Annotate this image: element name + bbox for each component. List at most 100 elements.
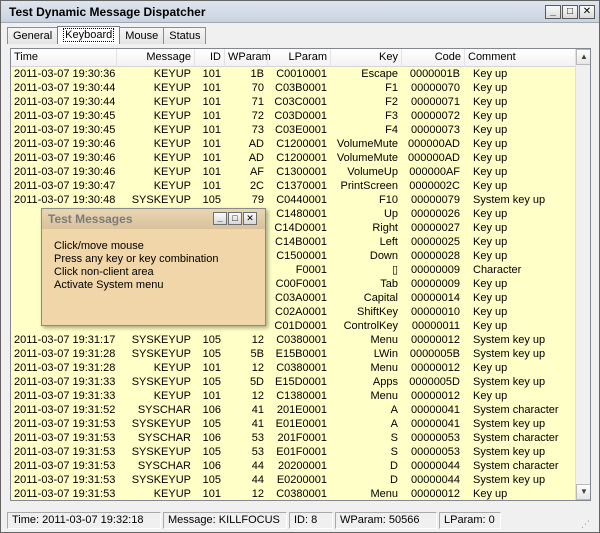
cell-comment: Character: [473, 264, 522, 276]
dialog-title-bar[interactable]: Test Messages _ □ ✕: [42, 209, 265, 229]
status-wparam: WParam: 50566: [335, 512, 437, 529]
table-row[interactable]: 2011-03-07 19:30:45 KEYUP 101 73 C03E0001 F4 0…: [11, 123, 575, 137]
cell-lparam: C1370001: [276, 180, 327, 192]
table-row[interactable]: 2011-03-07 19:31:53 SYSCHAR 106 53 201F0001 S…: [11, 431, 575, 445]
cell-lparam: C1300001: [276, 166, 327, 178]
window-title: Test Dynamic Message Dispatcher: [9, 5, 206, 19]
table-row[interactable]: 2011-03-07 19:30:36 KEYUP 101 1B C0010001 Esc…: [11, 67, 575, 81]
size-grip-icon[interactable]: ⋰: [581, 518, 593, 530]
table-row[interactable]: 2011-03-07 19:31:53 SYSKEYUP 105 53 E01F0001…: [11, 445, 575, 459]
cell-code: 000000AD: [408, 152, 460, 164]
table-row[interactable]: 2011-03-07 19:30:46 KEYUP 101 AD C1200001 Vol…: [11, 151, 575, 165]
cell-wparam: 5B: [250, 348, 264, 360]
instruction-line: Press any key or key combination: [54, 253, 219, 265]
cell-lparam: C0380001: [276, 334, 327, 346]
scroll-up-button[interactable]: ▲: [576, 49, 590, 65]
instruction-line: Activate System menu: [54, 279, 164, 291]
cell-lparam: F0001: [295, 264, 327, 276]
cell-time: 2011-03-07 19:31:52: [14, 404, 116, 416]
table-row[interactable]: 2011-03-07 19:30:44 KEYUP 101 71 C03C0001 F2 0…: [11, 95, 575, 109]
cell-key: VolumeMute: [336, 152, 398, 164]
cell-id: 105: [202, 446, 221, 458]
cell-comment: System key up: [473, 446, 546, 458]
column-header-code[interactable]: Code: [402, 49, 465, 67]
column-header-time[interactable]: Time: [11, 49, 117, 67]
column-header-id[interactable]: ID: [195, 49, 225, 67]
column-header-key[interactable]: Key: [331, 49, 402, 67]
cell-comment: Key up: [473, 110, 508, 122]
cell-key: Apps: [372, 376, 398, 388]
table-row[interactable]: 2011-03-07 19:31:28 SYSKEYUP 105 5B E15B0001…: [11, 347, 575, 361]
dialog-maximize-button[interactable]: □: [228, 212, 242, 225]
close-button[interactable]: ✕: [579, 5, 595, 19]
cell-comment: Key up: [473, 208, 508, 220]
cell-lparam: C03D0001: [274, 110, 327, 122]
status-time: Time: 2011-03-07 19:32:18: [7, 512, 161, 529]
table-row[interactable]: 2011-03-07 19:30:46 KEYUP 101 AF C1300001 Vol…: [11, 165, 575, 179]
title-bar[interactable]: Test Dynamic Message Dispatcher _ □ ✕: [1, 1, 599, 23]
cell-message: SYSKEYUP: [131, 418, 191, 430]
cell-comment: Key up: [473, 82, 508, 94]
column-header-comment[interactable]: Comment: [465, 49, 575, 67]
cell-message: KEYUP: [153, 390, 191, 402]
cell-code: 00000012: [411, 334, 460, 346]
tab-status[interactable]: Status: [163, 27, 207, 44]
dialog-close-button[interactable]: ✕: [243, 212, 257, 225]
cell-comment: Key up: [473, 166, 508, 178]
table-row[interactable]: 2011-03-07 19:30:46 KEYUP 101 AD C1200001 Vol…: [11, 137, 575, 151]
cell-message: KEYUP: [153, 362, 191, 374]
cell-message: KEYUP: [153, 180, 191, 192]
tab-keyboard[interactable]: Keyboard: [57, 26, 121, 44]
column-header-lparam[interactable]: LParam: [268, 49, 331, 67]
cell-code: 00000011: [411, 320, 460, 332]
cell-time: 2011-03-07 19:30:48: [14, 194, 116, 206]
maximize-icon: □: [566, 6, 574, 17]
tab-mouse[interactable]: Mouse: [119, 27, 165, 44]
cell-lparam: C0380001: [276, 488, 327, 500]
cell-code: 00000026: [411, 208, 460, 220]
cell-time: 2011-03-07 19:31:53: [14, 418, 116, 430]
scroll-down-button[interactable]: ▼: [576, 484, 590, 500]
cell-comment: Key up: [473, 180, 508, 192]
cell-time: 2011-03-07 19:31:33: [14, 390, 116, 402]
cell-wparam: 5D: [249, 376, 264, 388]
table-row[interactable]: 2011-03-07 19:31:33 KEYUP 101 12 C1380001 Men…: [11, 389, 575, 403]
cell-lparam: E15B0001: [275, 348, 327, 360]
table-row[interactable]: 2011-03-07 19:31:53 SYSKEYUP 105 44 E0200001…: [11, 473, 575, 487]
cell-wparam: 73: [251, 124, 264, 136]
tab-general[interactable]: General: [7, 27, 59, 44]
table-row[interactable]: 2011-03-07 19:31:53 SYSKEYUP 105 41 E01E0001…: [11, 417, 575, 431]
vertical-scrollbar[interactable]: ▲ ▼: [575, 49, 590, 500]
cell-id: 105: [202, 348, 221, 360]
table-row[interactable]: 2011-03-07 19:31:52 SYSCHAR 106 41 201E0001 A…: [11, 403, 575, 417]
table-row[interactable]: 2011-03-07 19:31:28 KEYUP 101 12 C0380001 Men…: [11, 361, 575, 375]
cell-key: S: [390, 446, 398, 458]
cell-id: 101: [202, 68, 221, 80]
table-row[interactable]: 2011-03-07 19:31:33 SYSKEYUP 105 5D E15D0001…: [11, 375, 575, 389]
table-row[interactable]: 2011-03-07 19:31:53 SYSCHAR 106 44 20200001 D…: [11, 459, 575, 473]
cell-time: 2011-03-07 19:31:28: [14, 362, 116, 374]
dialog-minimize-button[interactable]: _: [213, 212, 227, 225]
table-row[interactable]: 2011-03-07 19:30:45 KEYUP 101 72 C03D0001 F3 0…: [11, 109, 575, 123]
cell-time: 2011-03-07 19:31:53: [14, 474, 116, 486]
table-row[interactable]: 2011-03-07 19:30:47 KEYUP 101 2C C1370001 Pri…: [11, 179, 575, 193]
cell-message: KEYUP: [153, 166, 191, 178]
maximize-button[interactable]: □: [562, 5, 578, 19]
minimize-button[interactable]: _: [545, 5, 561, 19]
cell-lparam: E01F0001: [276, 446, 327, 458]
cell-key: Menu: [370, 390, 398, 402]
table-row[interactable]: 2011-03-07 19:30:44 KEYUP 101 70 C03B0001 F1 0…: [11, 81, 575, 95]
test-messages-dialog[interactable]: Test Messages _ □ ✕ Click/move mouse Pre…: [41, 208, 266, 326]
column-header-message[interactable]: Message: [117, 49, 195, 67]
cell-code: 00000073: [411, 124, 460, 136]
cell-id: 105: [202, 194, 221, 206]
column-header-wparam[interactable]: WParam: [225, 49, 271, 67]
table-row[interactable]: 2011-03-07 19:30:48 SYSKEYUP 105 79 C0440001…: [11, 193, 575, 207]
cell-comment: Key up: [473, 96, 508, 108]
table-row[interactable]: 2011-03-07 19:31:53 KEYUP 101 12 C0380001 Men…: [11, 487, 575, 500]
table-row[interactable]: 2011-03-07 19:31:17 SYSKEYUP 105 12 C0380001…: [11, 333, 575, 347]
cell-message: KEYUP: [153, 110, 191, 122]
cell-message: KEYUP: [153, 488, 191, 500]
cell-wparam: 41: [251, 404, 264, 416]
cell-key: ControlKey: [343, 320, 398, 332]
